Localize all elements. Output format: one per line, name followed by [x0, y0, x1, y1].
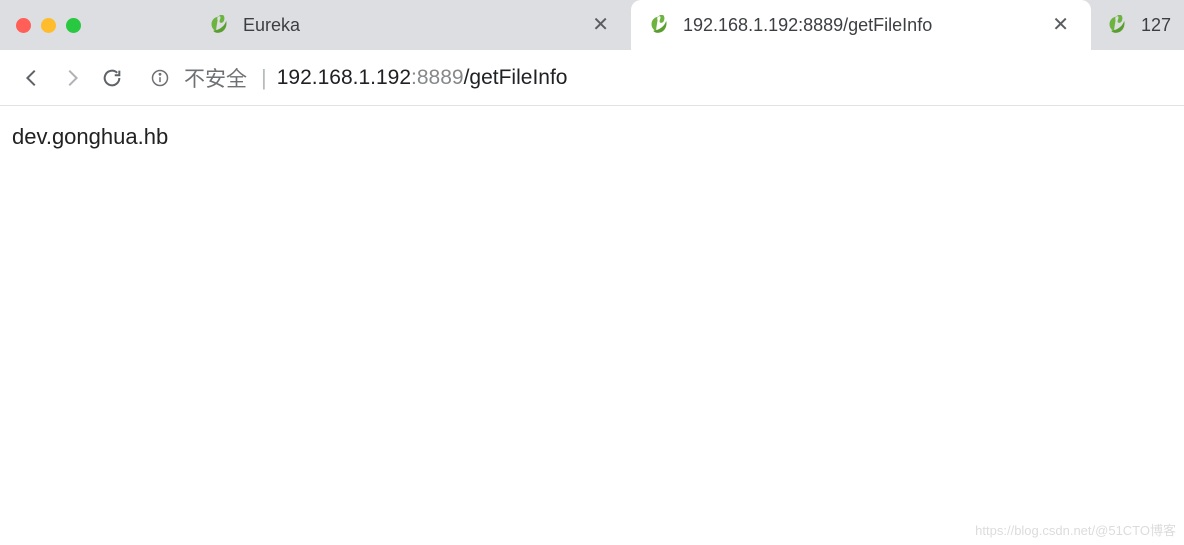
- minimize-window-button[interactable]: [41, 18, 56, 33]
- info-icon[interactable]: [150, 68, 170, 88]
- page-body: dev.gonghua.hb: [0, 106, 1184, 168]
- close-window-button[interactable]: [16, 18, 31, 33]
- forward-button[interactable]: [52, 58, 92, 98]
- response-text: dev.gonghua.hb: [12, 124, 168, 149]
- maximize-window-button[interactable]: [66, 18, 81, 33]
- spring-leaf-icon: [649, 15, 669, 35]
- spring-leaf-icon: [1107, 15, 1127, 35]
- tab-title: 192.168.1.192:8889/getFileInfo: [683, 15, 1048, 36]
- close-tab-icon[interactable]: ✕: [588, 15, 613, 35]
- watermark: https://blog.csdn.net/@51CTO博客: [975, 520, 1176, 539]
- tab-title: Eureka: [243, 15, 588, 36]
- back-button[interactable]: [12, 58, 52, 98]
- spring-leaf-icon: [209, 15, 229, 35]
- separator: |: [261, 65, 267, 91]
- security-status: 不安全: [184, 63, 247, 93]
- reload-button[interactable]: [92, 58, 132, 98]
- tab-bar: Eureka ✕ 192.168.1.192:8889/getFileInfo …: [0, 0, 1184, 50]
- url-path: /getFileInfo: [464, 66, 568, 90]
- tab-title: 127: [1141, 15, 1173, 36]
- url-host: 192.168.1.192: [277, 66, 411, 90]
- close-tab-icon[interactable]: ✕: [1048, 15, 1073, 35]
- tab-getfileinfo[interactable]: 192.168.1.192:8889/getFileInfo ✕: [631, 0, 1091, 50]
- url-port: :8889: [411, 66, 464, 90]
- window-controls: [16, 18, 81, 33]
- tab-eureka[interactable]: Eureka ✕: [191, 0, 631, 50]
- address-bar: 不安全 | 192.168.1.192:8889/getFileInfo: [0, 50, 1184, 106]
- tab-127[interactable]: 127: [1091, 0, 1184, 50]
- omnibox[interactable]: 不安全 | 192.168.1.192:8889/getFileInfo: [150, 58, 1172, 98]
